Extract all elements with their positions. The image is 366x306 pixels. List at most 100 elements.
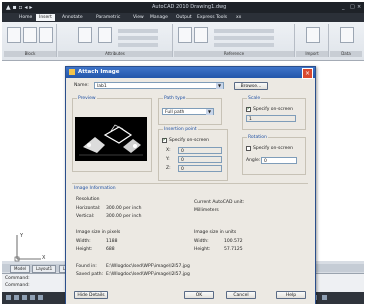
horizontal-label: Horizontal: — [76, 206, 101, 211]
found-in-label: Found in: — [76, 264, 97, 269]
insertion-y-value: 0 — [181, 158, 184, 163]
current-unit-label: Current AutoCAD unit: — [194, 200, 245, 205]
tab-output[interactable]: Output — [173, 14, 195, 21]
tab-model[interactable]: Model — [10, 265, 31, 273]
chevron-down-icon[interactable]: ▼ — [206, 109, 213, 115]
quick-access-icons[interactable]: ▲ ▪ ▫ ◂ ▸ — [6, 4, 32, 11]
tab-manage[interactable]: Manage — [147, 14, 171, 21]
angle-value: 0 — [264, 159, 267, 164]
grid-icon[interactable] — [14, 295, 19, 300]
tab-home[interactable]: Home — [16, 14, 35, 21]
path-type-label: Path type — [163, 96, 187, 101]
horizontal-value: 300.00 per inch — [106, 206, 142, 211]
insertion-z-value: 0 — [181, 167, 184, 172]
name-value: lab1 — [97, 84, 107, 89]
image-preview — [75, 117, 147, 161]
chevron-down-icon[interactable]: ▼ — [216, 83, 223, 89]
reference-tool-1[interactable] — [214, 29, 274, 33]
close-icon[interactable]: × — [357, 4, 361, 10]
preview-label: Preview — [77, 96, 97, 101]
tab-insert[interactable]: Insert — [36, 14, 55, 21]
vertical-value: 300.00 per inch — [106, 214, 142, 219]
data-icon[interactable] — [340, 27, 354, 43]
path-type-dropdown[interactable]: Full path ▼ — [162, 108, 214, 115]
define-attributes-icon[interactable] — [78, 27, 92, 43]
minimize-icon[interactable]: _ — [342, 4, 345, 10]
dialog-title: Attach Image — [78, 69, 120, 75]
attribute-tool-3[interactable] — [118, 43, 158, 47]
attach-image-dialog: Attach Image × Name: lab1 ▼ Browse... Pr… — [65, 66, 316, 304]
attribute-tool-1[interactable] — [118, 29, 158, 33]
maximize-icon[interactable]: □ — [350, 4, 355, 10]
ok-button[interactable]: OK — [184, 291, 214, 299]
rotation-label: Rotation — [247, 135, 268, 140]
dialog-title-bar[interactable]: Attach Image × — [66, 67, 315, 79]
import-icon[interactable] — [306, 27, 320, 43]
angle-label: Angle: — [246, 158, 261, 163]
panel-label-attributes: Attributes — [58, 51, 172, 57]
tab-extra[interactable]: xx — [233, 14, 244, 21]
width-pixels-label: Width: — [76, 239, 91, 244]
ribbon-panel-attributes: Attributes — [58, 24, 173, 57]
help-button[interactable]: Help — [276, 291, 306, 299]
create-block-icon[interactable] — [23, 27, 37, 43]
command-prompt[interactable]: Command: — [5, 283, 30, 288]
lock-icon[interactable] — [322, 295, 327, 300]
insertion-z-field[interactable]: 0 — [178, 165, 222, 172]
insertion-z-label: Z: — [166, 166, 171, 171]
reference-tool-2[interactable] — [214, 36, 274, 40]
ucs-x-label: X — [42, 255, 46, 261]
image-icon — [69, 69, 75, 75]
osnap-icon[interactable] — [38, 295, 43, 300]
scale-value: 1 — [249, 117, 252, 122]
insertion-point-label: Insertion point — [163, 127, 198, 132]
height-pixels-value: 688 — [106, 247, 115, 252]
scale-group: Scale — [242, 96, 306, 130]
insertion-specify-checkbox[interactable] — [162, 137, 167, 143]
panel-label-reference: Reference — [174, 51, 294, 57]
insertion-x-value: 0 — [181, 149, 184, 154]
reference-tool-3[interactable] — [214, 43, 274, 47]
snap-icon[interactable] — [6, 295, 11, 300]
autocad-window: ▲ ▪ ▫ ◂ ▸ AutoCAD 2010 Drawing1.dwg _ □ … — [2, 2, 364, 304]
window-title: AutoCAD 2010 Drawing1.dwg — [152, 4, 227, 10]
name-dropdown[interactable]: lab1 ▼ — [94, 82, 224, 89]
polar-icon[interactable] — [30, 295, 35, 300]
ribbon-panel-data: Data — [330, 24, 362, 57]
tab-view[interactable]: View — [130, 14, 147, 21]
insertion-y-field[interactable]: 0 — [178, 156, 222, 163]
insert-block-icon[interactable] — [7, 27, 21, 43]
edit-attributes-icon[interactable] — [98, 27, 112, 43]
tab-layout1[interactable]: Layout1 — [32, 265, 57, 273]
browse-button[interactable]: Browse... — [234, 82, 268, 90]
rotation-specify-checkbox[interactable] — [246, 146, 251, 151]
insertion-x-field[interactable]: 0 — [178, 147, 222, 154]
scale-field[interactable]: 1 — [246, 115, 296, 122]
tab-express-tools[interactable]: Express Tools — [194, 14, 230, 21]
dialog-close-button[interactable]: × — [302, 68, 313, 79]
size-units-label: Image size in units — [194, 230, 237, 235]
attach-icon[interactable] — [178, 27, 192, 43]
resolution-label: Resolution — [76, 197, 100, 202]
scale-specify-checkbox[interactable] — [246, 106, 251, 112]
tab-parametric[interactable]: Parametric — [93, 14, 123, 21]
height-units-value: 57.7125 — [224, 247, 243, 252]
tab-annotate[interactable]: Annotate — [59, 14, 86, 21]
ribbon-panel-block: Block — [4, 24, 57, 57]
cancel-button[interactable]: Cancel — [226, 291, 256, 299]
rotation-specify-label: Specify on-screen — [253, 146, 293, 151]
edit-block-icon[interactable] — [39, 27, 53, 43]
clip-icon[interactable] — [194, 27, 208, 43]
panel-label-data: Data — [330, 51, 362, 57]
size-pixels-label: Image size in pixels — [76, 230, 121, 235]
angle-field[interactable]: 0 — [261, 157, 297, 164]
ribbon-tabs: Home Insert Annotate Parametric View Man… — [2, 13, 364, 22]
insertion-point-group: Insertion point — [158, 127, 228, 181]
attribute-tool-2[interactable] — [118, 36, 158, 40]
hide-details-button[interactable]: Hide Details — [74, 291, 108, 299]
ortho-icon[interactable] — [22, 295, 27, 300]
title-bar: ▲ ▪ ▫ ◂ ▸ AutoCAD 2010 Drawing1.dwg _ □ … — [2, 2, 364, 13]
scale-label: Scale — [247, 96, 262, 101]
width-units-label: Width: — [194, 239, 209, 244]
ribbon: Block Attributes Reference Import Data — [2, 22, 364, 61]
